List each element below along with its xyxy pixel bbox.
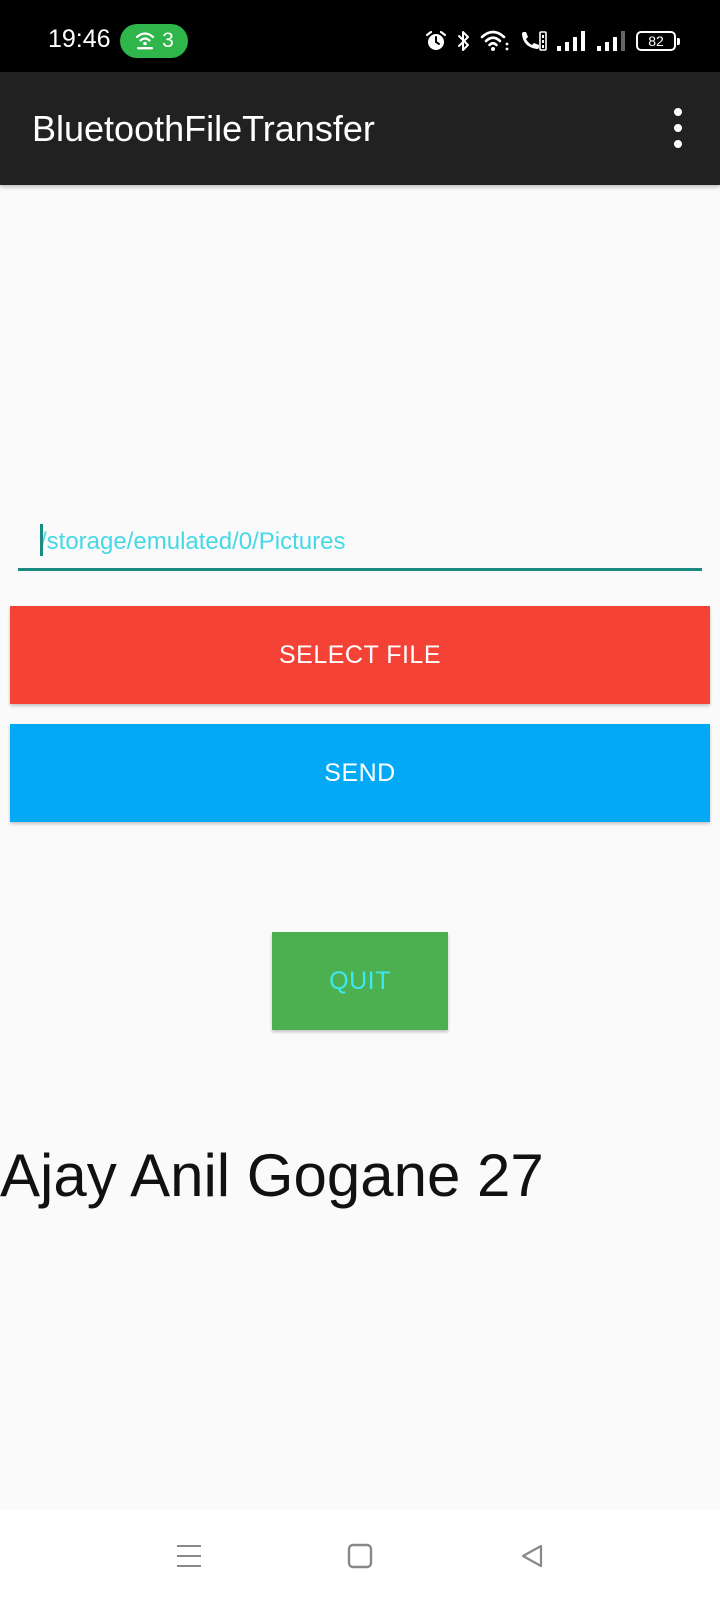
signal-icon [557, 31, 585, 51]
app-bar: BluetoothFileTransfer [0, 72, 720, 185]
status-bar: 19:46 3 82 [0, 0, 720, 72]
send-button[interactable]: SEND [10, 724, 710, 822]
select-file-button[interactable]: SELECT FILE [10, 606, 710, 704]
back-icon[interactable] [512, 1536, 552, 1576]
alarm-icon [425, 30, 447, 50]
overflow-dot [674, 124, 682, 132]
call-icon [522, 31, 547, 51]
signal-icon [597, 31, 625, 51]
home-icon[interactable] [340, 1536, 380, 1576]
quit-button[interactable]: QUIT [272, 932, 448, 1030]
file-path-input[interactable] [18, 515, 702, 571]
hotspot-icon [136, 32, 155, 50]
navigation-bar [0, 1510, 720, 1600]
wifi-icon [480, 30, 509, 51]
text-cursor [40, 524, 43, 556]
hotspot-indicator: 3 [120, 24, 188, 58]
overflow-dot [674, 108, 682, 116]
status-icons: 82 [424, 26, 680, 56]
menu-icon[interactable] [169, 1536, 209, 1576]
more-vert-icon[interactable] [666, 108, 690, 148]
status-time: 19:46 [48, 25, 111, 53]
author-label: Ajay Anil Gogane 27 [0, 1142, 544, 1209]
battery-level: 82 [648, 33, 664, 49]
battery-icon: 82 [636, 31, 680, 51]
hotspot-count: 3 [162, 29, 174, 52]
bluetooth-icon [458, 31, 469, 51]
overflow-dot [674, 140, 682, 148]
app-title: BluetoothFileTransfer [32, 108, 375, 149]
